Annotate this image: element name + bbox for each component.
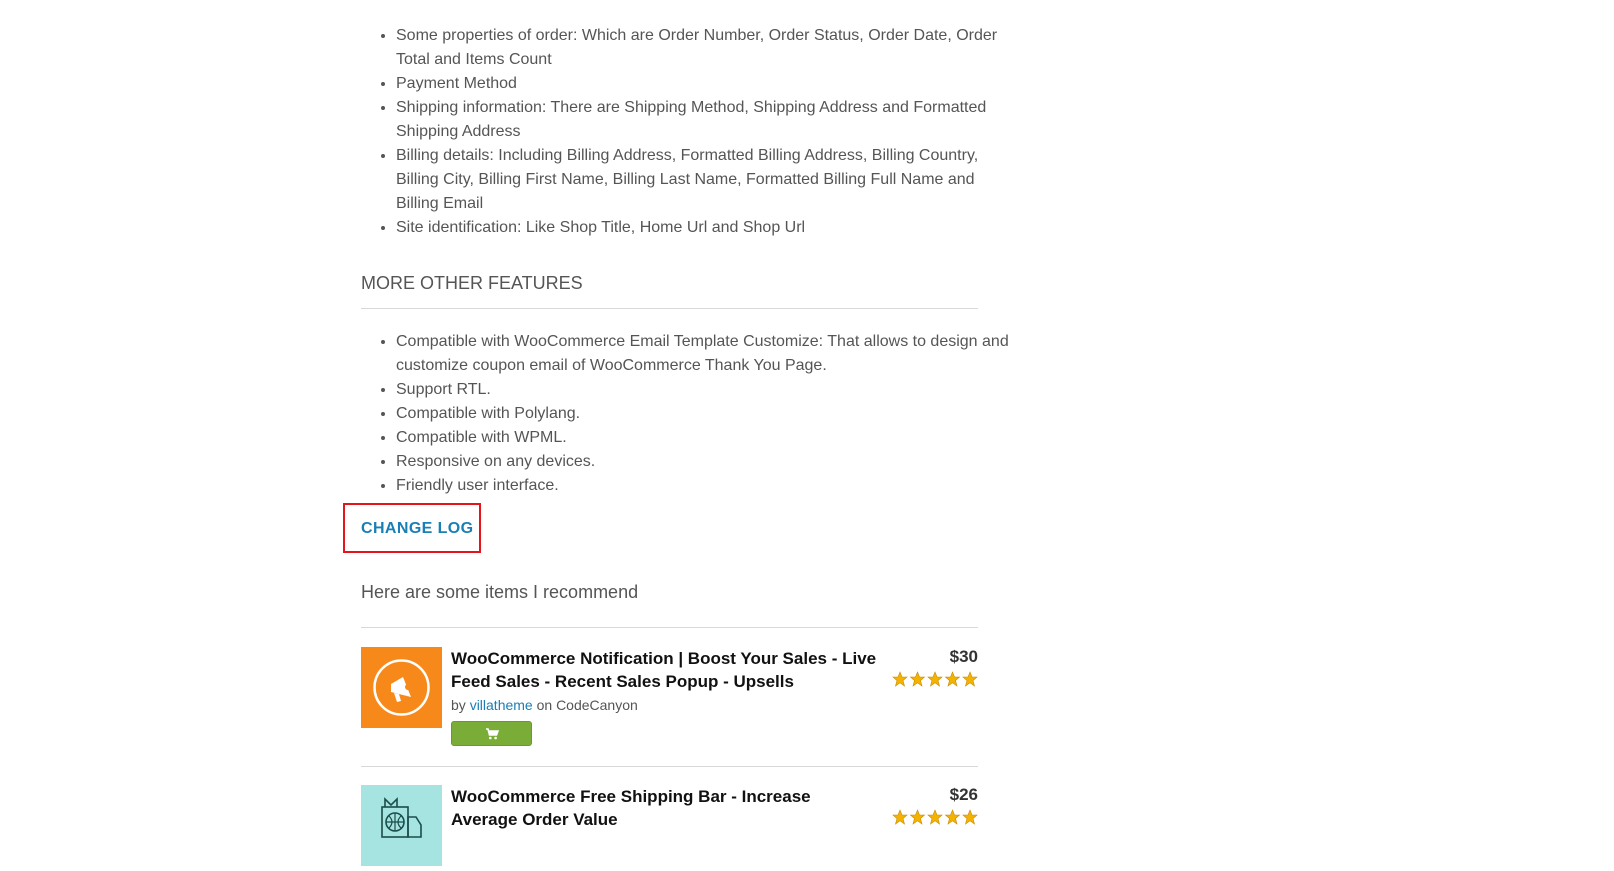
item-thumbnail[interactable] [361, 647, 442, 728]
divider [361, 308, 978, 309]
list-item: Friendly user interface. [396, 474, 1013, 498]
list-item: Billing details: Including Billing Addre… [396, 144, 1013, 216]
globe-truck-icon [381, 797, 422, 838]
list-item: Responsive on any devices. [396, 450, 1013, 474]
rating-stars [892, 809, 978, 825]
more-features-heading: MORE OTHER FEATURES [361, 273, 583, 293]
item-title[interactable]: WooCommerce Notification | Boost Your Sa… [451, 647, 881, 693]
order-properties-list: Some properties of order: Which are Orde… [361, 24, 1013, 240]
list-item: Compatible with WPML. [396, 426, 1013, 450]
more-features-list: Compatible with WooCommerce Email Templa… [361, 330, 1013, 498]
cart-icon [485, 727, 499, 739]
megaphone-icon [373, 659, 430, 716]
byline-marketplace: on CodeCanyon [536, 697, 638, 713]
divider [361, 766, 978, 767]
list-item: Support RTL. [396, 378, 1013, 402]
item-title[interactable]: WooCommerce Free Shipping Bar - Increase… [451, 785, 881, 831]
recommend-heading: Here are some items I recommend [361, 582, 639, 602]
item-byline: by villatheme on CodeCanyon [451, 697, 638, 713]
list-item: Some properties of order: Which are Orde… [396, 24, 1013, 72]
change-log-link[interactable]: CHANGE LOG [361, 520, 473, 538]
item-price: $26 [949, 785, 978, 804]
rating-stars [892, 671, 978, 687]
list-item: Site identification: Like Shop Title, Ho… [396, 216, 1013, 240]
list-item: Shipping information: There are Shipping… [396, 96, 1013, 144]
list-item: Compatible with WooCommerce Email Templa… [396, 330, 1013, 378]
add-to-cart-button[interactable] [451, 721, 532, 746]
item-price: $30 [949, 647, 978, 666]
divider [361, 627, 978, 628]
list-item: Payment Method [396, 72, 1013, 96]
item-thumbnail[interactable] [361, 785, 442, 866]
author-link[interactable]: villatheme [470, 697, 533, 713]
list-item: Compatible with Polylang. [396, 402, 1013, 426]
byline-by: by [451, 697, 466, 713]
